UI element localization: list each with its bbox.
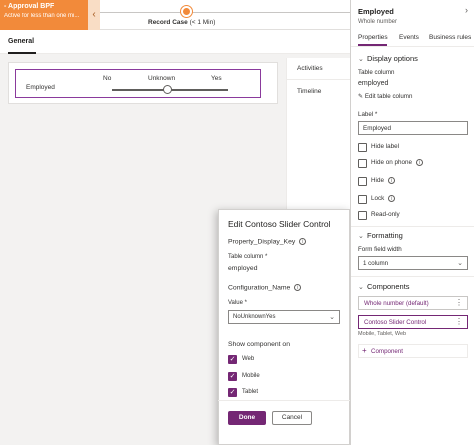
slider-option-unknown: Unknown [148,75,176,82]
chevron-down-icon: ⌄ [358,233,364,240]
slider-thumb[interactable] [163,85,172,94]
formatting-header[interactable]: ⌄ Formatting [358,231,403,240]
form-field-width-value: 1 column [363,260,389,267]
tab-business-rules[interactable]: Business rules [429,34,471,41]
table-column-value: employed [358,80,389,87]
employed-field-label: Employed [26,84,55,91]
lock-label: Lock [371,195,385,203]
chevron-down-icon: ⌄ [329,314,335,321]
pane-subtitle: Whole number [358,19,398,25]
plus-icon: + [362,346,367,355]
dialog-table-column-label: Table column * [228,254,268,260]
pane-title: Employed [358,7,394,16]
tablet-checkbox[interactable]: ✓ [228,388,237,397]
table-column-label: Table column [358,69,395,76]
show-component-label: Show component on [228,341,290,348]
hide-label-label: Hide label [371,143,400,150]
hide-label-checkbox[interactable] [358,143,367,152]
info-icon[interactable]: i [299,238,307,245]
web-checkbox-label: Web [242,356,255,362]
chevron-down-icon: ⌄ [457,260,463,267]
info-icon[interactable]: i [294,284,302,291]
tabs-divider [351,46,474,47]
info-icon[interactable]: i [387,177,395,184]
display-options-header[interactable]: ⌄ Display options [358,54,418,63]
formatting-heading: Formatting [367,231,403,240]
form-field-width-dropdown[interactable]: 1 column ⌄ [358,256,468,270]
more-options-icon[interactable]: ⋮ [455,317,463,326]
lock-row: Lock i [371,195,396,203]
read-only-label: Read-only [371,211,400,218]
tab-general-underline [8,52,36,54]
configuration-row: Configuration_Name i [228,284,302,292]
component-item[interactable]: Whole number (default) ⋮ [358,296,468,310]
chevron-down-icon: ⌄ [358,56,364,63]
bpf-process-name: - Approval BPF [4,3,55,10]
pane-divider [351,226,474,227]
component-item-label: Whole number (default) [364,300,429,307]
pane-divider [351,276,474,277]
configuration-label: Configuration_Name [228,284,291,292]
edit-table-column-link[interactable]: ✎ Edit table column [358,93,412,100]
slider-option-no: No [103,75,112,82]
component-platforms: Mobile, Tablet, Web [358,331,407,337]
components-header[interactable]: ⌄ Components [358,282,410,291]
more-options-icon[interactable]: ⋮ [455,298,463,307]
form-field-width-label: Form field width [358,246,402,253]
label-caption: Label * [358,111,378,118]
info-icon[interactable]: i [415,159,423,166]
components-heading: Components [367,282,410,291]
property-key-row: Property_Display_Key i [228,238,307,246]
add-component-label: Component [371,348,403,355]
chevron-down-icon: ⌄ [358,284,364,291]
dialog-table-column-value: employed [228,265,258,272]
display-options-heading: Display options [367,54,418,63]
value-label: Value * [228,300,247,306]
mobile-checkbox-label: Mobile [242,373,260,379]
component-item-label: Contoso Slider Control [364,319,427,326]
bpf-status: Active for less than one mi... [4,13,80,19]
label-input-value: Employed [363,125,392,132]
label-input[interactable]: Employed [358,121,468,135]
pencil-icon: ✎ [358,93,364,100]
done-button[interactable]: Done [228,411,266,425]
hide-on-phone-row: Hide on phone i [371,159,423,166]
mobile-checkbox[interactable]: ✓ [228,372,237,381]
info-icon[interactable]: i [388,195,396,202]
dialog-content: Edit Contoso Slider Control Property_Dis… [218,0,350,445]
add-component-button[interactable]: + Component [358,344,468,358]
hide-on-phone-label: Hide on phone [371,159,412,167]
property-key-label: Property_Display_Key [228,238,296,246]
read-only-checkbox[interactable] [358,211,367,220]
hide-row: Hide i [371,177,395,184]
value-dropdown[interactable]: NoUnknownYes ⌄ [228,310,340,324]
hide-on-phone-checkbox[interactable] [358,159,367,168]
web-checkbox[interactable]: ✓ [228,355,237,364]
dialog-title: Edit Contoso Slider Control [228,219,331,229]
tab-general[interactable]: General [8,38,34,45]
bpf-collapse-chevron-icon[interactable]: ‹ [88,0,100,30]
hide-checkbox[interactable] [358,177,367,186]
value-dropdown-selected: NoUnknownYes [233,314,276,320]
edit-table-column-label: Edit table column [364,93,413,100]
lock-checkbox[interactable] [358,195,367,204]
dialog-footer-divider [218,400,350,401]
bpf-stage-dot[interactable] [181,6,192,17]
component-item-selected[interactable]: Contoso Slider Control ⋮ [358,315,468,329]
tab-events[interactable]: Events [399,34,419,41]
bpf-stage-duration: (< 1 Min) [189,19,216,26]
bpf-flag[interactable]: - Approval BPF Active for less than one … [0,0,88,30]
properties-pane: Employed Whole number › Properties Event… [350,0,474,445]
bpf-stage-label[interactable]: Record Case (< 1 Min) [148,19,215,26]
cancel-button[interactable]: Cancel [272,411,312,425]
hide-label: Hide [371,177,384,185]
tablet-checkbox-label: Tablet [242,389,259,395]
tab-properties[interactable]: Properties [358,34,388,41]
bpf-stage-name: Record Case [148,19,188,26]
collapse-pane-icon[interactable]: › [465,5,468,15]
